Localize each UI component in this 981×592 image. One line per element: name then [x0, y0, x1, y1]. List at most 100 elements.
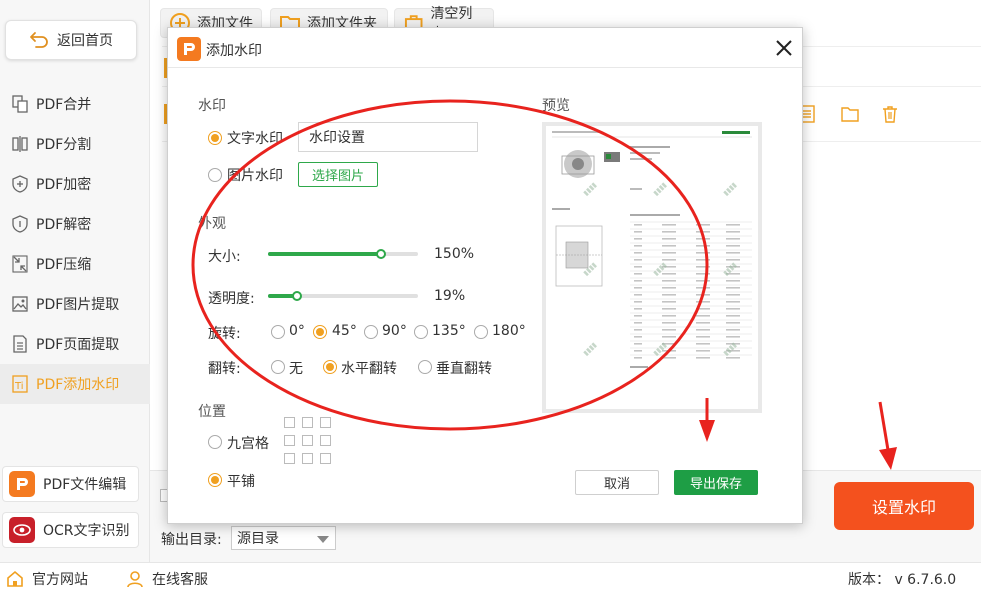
back-home-button[interactable]: 返回首页: [5, 20, 137, 60]
split-icon: [12, 136, 28, 152]
page-icon: [13, 335, 27, 353]
rotate-90-radio[interactable]: [364, 325, 378, 339]
cancel-button[interactable]: 取消: [575, 470, 659, 495]
tile-position-radio[interactable]: [208, 473, 222, 487]
preview-spec-table: [630, 221, 752, 359]
grid-cell[interactable]: [302, 435, 313, 446]
watermark-section-title: 水印: [198, 98, 226, 114]
pdf-editor-link[interactable]: PDF文件编辑: [2, 466, 139, 502]
text-watermark-radio[interactable]: [208, 131, 222, 145]
size-slider-thumb[interactable]: [376, 249, 386, 259]
svg-text:▮▮▮▮: ▮▮▮▮: [722, 261, 739, 278]
export-save-button[interactable]: 导出保存: [674, 470, 758, 495]
sidebar-item-label: PDF图片提取: [36, 297, 120, 313]
row-delete-icon[interactable]: [880, 104, 900, 128]
ocr-link[interactable]: OCR文字识别: [2, 512, 139, 548]
grid-cell[interactable]: [320, 453, 331, 464]
size-label: 大小:: [208, 249, 241, 265]
position-section-title: 位置: [198, 404, 226, 420]
rotate-0-radio[interactable]: [271, 325, 285, 339]
svg-text:Ti: Ti: [14, 381, 24, 392]
rotate-135-radio[interactable]: [414, 325, 428, 339]
sidebar-item-decrypt[interactable]: PDF解密: [0, 204, 150, 244]
image-watermark-label: 图片水印: [227, 168, 283, 184]
sidebar-item-label: PDF加密: [36, 177, 92, 193]
version-text: 版本： v 6.7.6.0: [848, 572, 957, 588]
sidebar-item-label: PDF添加水印: [36, 377, 120, 393]
pdf-editor-app-icon: [9, 471, 35, 497]
output-dir-label: 输出目录:: [161, 532, 222, 548]
preview-panel: ▮▮▮▮ ▮▮▮▮ ▮▮▮▮ ▮▮▮▮ ▮▮▮▮ ▮▮▮▮ ▮▮▮▮ ▮▮▮▮ …: [542, 122, 762, 413]
sidebar-item-page-extract[interactable]: PDF页面提取: [0, 324, 150, 364]
rotate-45-radio[interactable]: [313, 325, 327, 339]
ocr-eye-app-icon: [9, 517, 35, 543]
lock-shield-icon: [12, 175, 28, 193]
grid-cell[interactable]: [320, 435, 331, 446]
svg-text:▮▮▮▮: ▮▮▮▮: [652, 261, 669, 278]
sidebar: 返回首页 PDF合并 PDF分割 PDF加密 PDF解密 PDF压缩 PDF图片…: [0, 0, 150, 562]
status-bar: 官方网站 在线客服 版本： v 6.7.6.0: [0, 562, 981, 592]
grid-cell[interactable]: [284, 435, 295, 446]
watermark-icon: Ti: [12, 375, 28, 393]
home-icon: [7, 570, 23, 587]
image-watermark-radio[interactable]: [208, 168, 222, 182]
rotate-0-label: 0°: [289, 323, 305, 339]
select-image-button[interactable]: 选择图片: [298, 162, 378, 187]
sidebar-item-label: PDF分割: [36, 137, 92, 153]
app-logo-icon: [177, 37, 201, 61]
output-dir-select[interactable]: 源目录: [231, 526, 336, 550]
grid-position-radio[interactable]: [208, 435, 222, 449]
official-site-label: 官方网站: [32, 572, 88, 588]
set-watermark-button[interactable]: 设置水印: [834, 482, 974, 530]
rotate-180-label: 180°: [492, 323, 526, 339]
svg-text:▮▮▮▮: ▮▮▮▮: [722, 181, 739, 198]
preview-page: ▮▮▮▮ ▮▮▮▮ ▮▮▮▮ ▮▮▮▮ ▮▮▮▮ ▮▮▮▮ ▮▮▮▮ ▮▮▮▮ …: [546, 126, 758, 409]
size-slider[interactable]: [268, 249, 418, 259]
return-arrow-icon: [30, 32, 48, 48]
sidebar-item-merge[interactable]: PDF合并: [0, 84, 150, 124]
rotate-135-label: 135°: [432, 323, 466, 339]
compress-icon: [12, 255, 28, 273]
row-folder-icon[interactable]: [840, 104, 860, 128]
ocr-label: OCR文字识别: [43, 523, 130, 539]
flip-horizontal-label: 水平翻转: [341, 361, 397, 377]
rotate-180-radio[interactable]: [474, 325, 488, 339]
tile-position-label: 平铺: [227, 474, 255, 490]
online-support-link[interactable]: 在线客服: [126, 569, 208, 589]
grid-cell[interactable]: [302, 453, 313, 464]
user-icon: [127, 571, 143, 588]
sidebar-item-split[interactable]: PDF分割: [0, 124, 150, 164]
sidebar-item-image-extract[interactable]: PDF图片提取: [0, 284, 150, 324]
flip-vertical-label: 垂直翻转: [436, 361, 492, 377]
sidebar-item-watermark[interactable]: Ti PDF添加水印: [0, 364, 150, 404]
grid-cell[interactable]: [320, 417, 331, 428]
dialog-title: 添加水印: [206, 43, 262, 59]
sidebar-item-encrypt[interactable]: PDF加密: [0, 164, 150, 204]
close-icon[interactable]: [774, 38, 794, 58]
official-site-link[interactable]: 官方网站: [6, 569, 88, 589]
rotate-45-label: 45°: [332, 323, 357, 339]
svg-text:▮▮▮▮: ▮▮▮▮: [582, 181, 599, 198]
rotate-90-label: 90°: [382, 323, 407, 339]
flip-none-label: 无: [289, 361, 303, 377]
size-slider-fill: [268, 252, 381, 256]
nine-grid-picker[interactable]: [284, 417, 332, 465]
sidebar-item-compress[interactable]: PDF压缩: [0, 244, 150, 284]
opacity-slider[interactable]: [268, 291, 418, 301]
flip-horizontal-radio[interactable]: [323, 360, 337, 374]
watermark-text-input[interactable]: [298, 122, 478, 152]
flip-vertical-radio[interactable]: [418, 360, 432, 374]
preview-document-image: ▮▮▮▮ ▮▮▮▮ ▮▮▮▮ ▮▮▮▮ ▮▮▮▮ ▮▮▮▮ ▮▮▮▮ ▮▮▮▮ …: [552, 131, 752, 368]
grid-cell[interactable]: [302, 417, 313, 428]
flip-label: 翻转:: [208, 361, 241, 377]
unlock-shield-icon: [12, 215, 28, 233]
flip-none-radio[interactable]: [271, 360, 285, 374]
text-watermark-label: 文字水印: [227, 131, 283, 147]
opacity-slider-thumb[interactable]: [292, 291, 302, 301]
online-support-label: 在线客服: [152, 572, 208, 588]
svg-text:▮▮▮▮: ▮▮▮▮: [652, 181, 669, 198]
grid-cell[interactable]: [284, 417, 295, 428]
chevron-down-icon: [317, 536, 329, 543]
output-dir-value: 源目录: [237, 531, 279, 547]
grid-cell[interactable]: [284, 453, 295, 464]
